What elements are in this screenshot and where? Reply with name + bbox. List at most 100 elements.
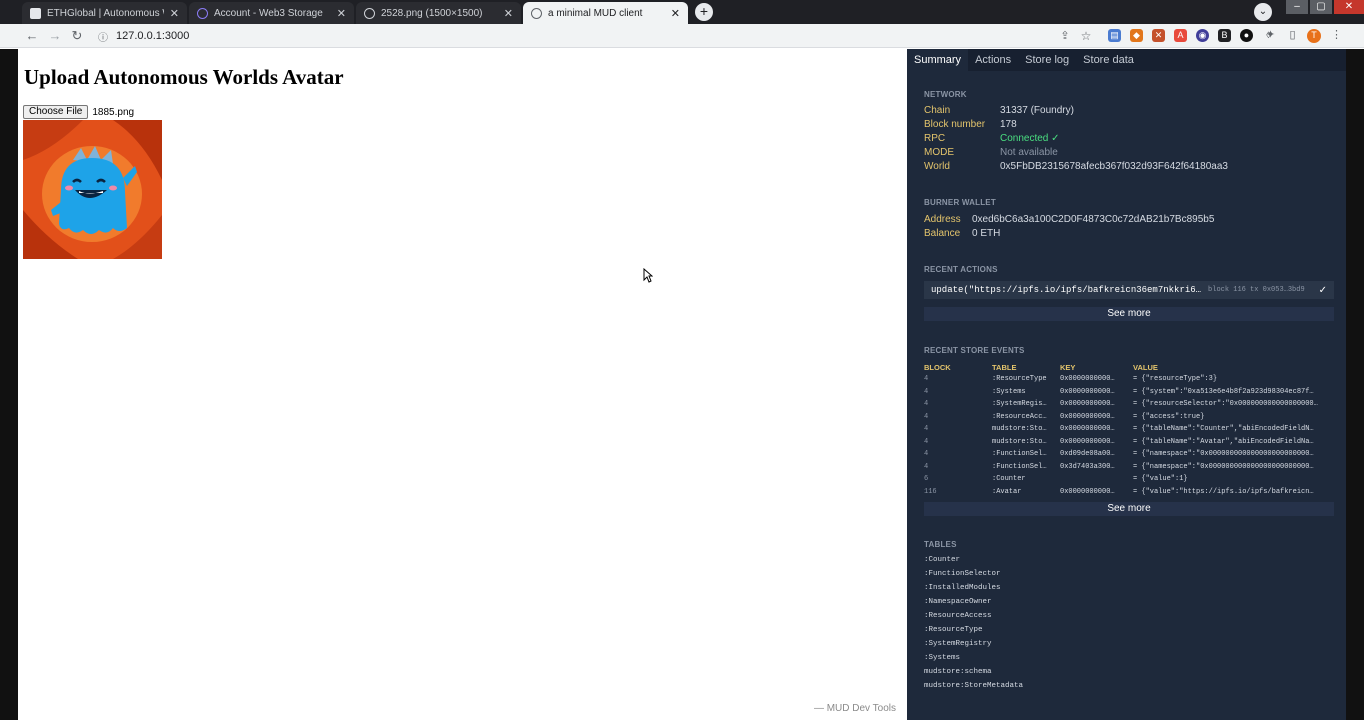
web-page: Upload Autonomous Worlds Avatar Choose F…	[18, 49, 907, 720]
section-heading-recent-actions: RECENT ACTIONS	[924, 265, 998, 274]
close-tab-icon[interactable]: ✕	[671, 7, 680, 20]
back-arrow-icon[interactable]: ←	[24, 28, 40, 44]
puzzle-icon[interactable]: ✦	[1264, 29, 1277, 42]
event-key: 0xd09de08a00…	[1060, 450, 1115, 459]
event-block: 116	[924, 487, 937, 496]
close-tab-icon[interactable]: ✕	[170, 7, 179, 20]
minimize-icon[interactable]: –	[1286, 0, 1308, 14]
burner-wallet-info: Address 0xed6bC6a3a100C2D0F4873C0c72dAB21…	[924, 213, 1214, 241]
extension-icon[interactable]: ✕	[1152, 29, 1165, 42]
url-text: 127.0.0.1:3000	[116, 30, 190, 42]
see-more-events-button[interactable]: See more	[924, 502, 1334, 516]
field-value: 31337 (Foundry)	[1000, 105, 1074, 116]
extension-icon[interactable]: ◉	[1196, 29, 1209, 42]
event-block: 4	[924, 450, 929, 459]
store-events-table: BLOCK TABLE KEY VALUE 4:ResourceType 0x00…	[924, 362, 1334, 498]
network-info: Chain 31337 (Foundry) Block number 178 RPC…	[924, 104, 1228, 174]
event-key: 0x3d7403a300…	[1060, 462, 1115, 471]
browser-tab[interactable]: ETHGlobal | Autonomous Wor ✕	[22, 2, 187, 24]
table-list-item[interactable]: :NamespaceOwner	[924, 595, 1023, 609]
tab-actions[interactable]: Actions	[968, 49, 1018, 71]
event-value: = {"namespace":"0x0000000000000000000000…	[1133, 462, 1314, 471]
browser-tab-active[interactable]: a minimal MUD client ✕	[523, 2, 688, 24]
field-label: RPC	[924, 133, 946, 144]
network-row: Block number 178	[924, 118, 1228, 132]
table-header-row: BLOCK TABLE KEY VALUE	[924, 362, 1334, 373]
event-value: = {"value":"https://ipfs.io/ipfs/bafkrei…	[1133, 487, 1314, 496]
event-block: 4	[924, 412, 929, 421]
event-block: 4	[924, 437, 929, 446]
tab-store-data[interactable]: Store data	[1076, 49, 1141, 71]
choose-file-button[interactable]: Choose File	[23, 105, 89, 119]
wallet-row: Address 0xed6bC6a3a100C2D0F4873C0c72dAB21…	[924, 213, 1214, 227]
extension-icon[interactable]: ●	[1240, 29, 1253, 42]
tables-list: :Counter:FunctionSelector:InstalledModul…	[924, 553, 1023, 693]
tab-store-log[interactable]: Store log	[1018, 49, 1076, 71]
table-list-item[interactable]: mudstore:StoreMetadata	[924, 679, 1023, 693]
event-table: :SystemRegis…	[992, 400, 1047, 409]
star-icon[interactable]: ☆	[1078, 28, 1094, 44]
ethglobal-favicon-icon	[30, 7, 41, 19]
column-header: KEY	[1060, 363, 1076, 372]
event-value: = {"access":true}	[1133, 412, 1205, 421]
browser-toolbar: ← → ↻ ⓘ 127.0.0.1:3000 ⇪ ☆ ▤ ◆ ✕ A ◉ B ●…	[0, 24, 1364, 48]
address-bar[interactable]: ⓘ 127.0.0.1:3000	[94, 27, 1104, 45]
mud-devtools-footer[interactable]: — MUD Dev Tools	[814, 703, 896, 714]
browser-tab[interactable]: 2528.png (1500×1500) ✕	[356, 2, 521, 24]
event-value: = {"resourceType":3}	[1133, 375, 1218, 384]
table-list-item[interactable]: :InstalledModules	[924, 581, 1023, 595]
table-list-item[interactable]: :Systems	[924, 651, 1023, 665]
extension-icon[interactable]: ▤	[1108, 29, 1121, 42]
event-key: 0x0000000000…	[1060, 387, 1115, 396]
tab-search-icon[interactable]: ⌄	[1254, 3, 1272, 21]
recent-action-item[interactable]: update("https://ipfs.io/ipfs/bafkreicn36…	[924, 281, 1334, 299]
forward-arrow-icon[interactable]: →	[47, 28, 63, 44]
see-more-actions-button[interactable]: See more	[924, 307, 1334, 321]
extension-icon[interactable]: A	[1174, 29, 1187, 42]
field-value: Not available	[1000, 147, 1058, 158]
close-tab-icon[interactable]: ✕	[504, 7, 513, 20]
window-close-icon[interactable]: ✕	[1334, 0, 1364, 14]
tab-title: ETHGlobal | Autonomous Wor	[47, 7, 164, 19]
maximize-icon[interactable]: ▢	[1310, 0, 1332, 14]
close-tab-icon[interactable]: ✕	[337, 7, 346, 20]
column-header: VALUE	[1133, 363, 1158, 372]
network-row: World 0x5FbDB2315678afecb367f032d93F642f6…	[924, 160, 1228, 174]
web3storage-favicon-icon	[197, 7, 208, 19]
section-heading-burner-wallet: BURNER WALLET	[924, 198, 996, 207]
side-panel-icon[interactable]: ▯	[1286, 29, 1299, 42]
store-event-row: 4:FunctionSel… 0xd09de08a00… = {"namespace…	[924, 448, 1334, 461]
window-controls: – ▢ ✕	[1284, 0, 1364, 18]
browser-tab[interactable]: Account - Web3 Storage ✕	[189, 2, 354, 24]
globe-favicon-icon	[531, 7, 542, 19]
store-event-row: 4 mudstore:Sto… 0x0000000000… = {"tableName…	[924, 436, 1334, 449]
profile-avatar[interactable]: T	[1307, 29, 1321, 43]
event-table: :Counter	[992, 475, 1026, 484]
info-icon[interactable]: ⓘ	[98, 29, 108, 44]
event-key: 0x0000000000…	[1060, 400, 1115, 409]
table-list-item[interactable]: :ResourceType	[924, 623, 1023, 637]
screen-edge	[0, 49, 18, 720]
file-upload-row: Choose File 1885.png	[23, 105, 134, 119]
event-value: = {"tableName":"Counter","abiEncodedFiel…	[1133, 425, 1314, 434]
extension-icon[interactable]: B	[1218, 29, 1231, 42]
table-list-item[interactable]: mudstore:schema	[924, 665, 1023, 679]
event-block: 4	[924, 462, 929, 471]
world-address: 0x5FbDB2315678afecb367f032d93F642f64180a…	[1000, 161, 1228, 172]
column-header: TABLE	[992, 363, 1017, 372]
new-tab-button[interactable]: +	[695, 3, 713, 21]
table-list-item[interactable]: :FunctionSelector	[924, 567, 1023, 581]
browser-tab-strip: ETHGlobal | Autonomous Wor ✕ Account - W…	[0, 0, 1364, 24]
share-icon[interactable]: ⇪	[1057, 28, 1073, 44]
table-list-item[interactable]: :Counter	[924, 553, 1023, 567]
metamask-icon[interactable]: ◆	[1130, 29, 1143, 42]
table-list-item[interactable]: :ResourceAccess	[924, 609, 1023, 623]
kebab-menu-icon[interactable]: ⋮	[1330, 29, 1343, 42]
event-key: 0x0000000000…	[1060, 412, 1115, 421]
table-list-item[interactable]: :SystemRegistry	[924, 637, 1023, 651]
section-heading-tables: TABLES	[924, 540, 957, 549]
tab-summary[interactable]: Summary	[907, 49, 969, 71]
event-table: mudstore:Sto…	[992, 437, 1047, 446]
network-row: Chain 31337 (Foundry)	[924, 104, 1228, 118]
reload-icon[interactable]: ↻	[69, 28, 85, 44]
